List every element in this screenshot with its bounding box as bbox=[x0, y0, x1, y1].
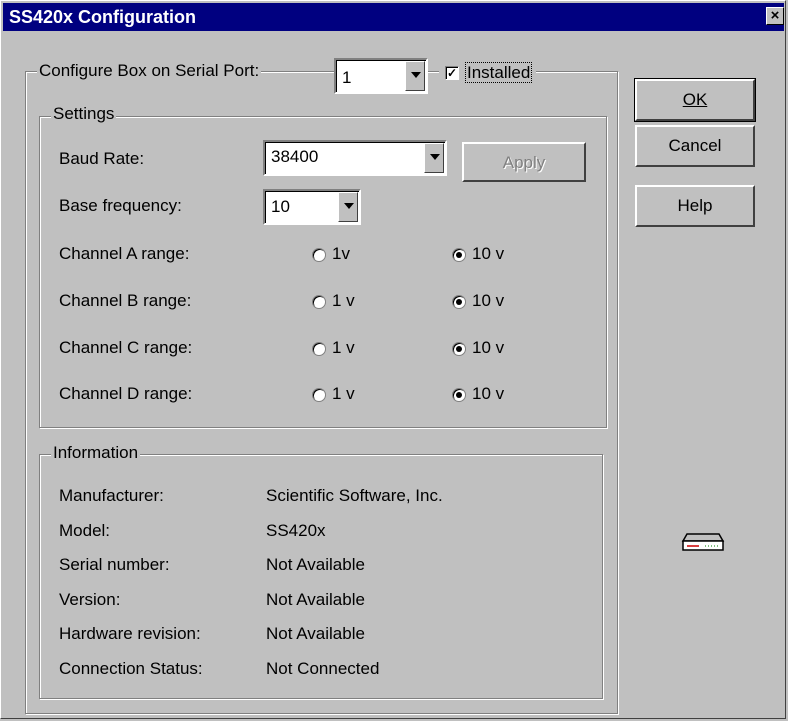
ok-button[interactable]: OK bbox=[634, 78, 756, 122]
apply-button[interactable]: Apply bbox=[462, 142, 586, 182]
channel-b-10v-radio[interactable] bbox=[452, 295, 466, 309]
baud-rate-label: Baud Rate: bbox=[59, 149, 145, 168]
channel-b-10v-label[interactable]: 10 v bbox=[472, 291, 504, 311]
channel-a-1v-label[interactable]: 1v bbox=[332, 244, 350, 264]
ok-label: OK bbox=[682, 90, 708, 109]
title-bar: SS420x Configuration × bbox=[3, 3, 784, 31]
channel-c-label: Channel C range: bbox=[59, 338, 193, 357]
information-title: Information bbox=[51, 443, 141, 463]
chevron-down-icon[interactable] bbox=[424, 143, 444, 173]
channel-b-1v-label[interactable]: 1 v bbox=[332, 291, 355, 311]
baud-rate-value: 38400 bbox=[271, 147, 319, 166]
dialog-window: SS420x Configuration × Configure Box on … bbox=[0, 0, 786, 719]
channel-d-1v-label[interactable]: 1 v bbox=[332, 384, 355, 404]
apply-label: Apply bbox=[502, 153, 546, 172]
channel-a-10v-label[interactable]: 10 v bbox=[472, 244, 504, 264]
info-value: Not Available bbox=[266, 590, 365, 609]
window-title: SS420x Configuration bbox=[9, 7, 197, 27]
close-button[interactable]: × bbox=[766, 7, 784, 25]
info-label: Serial number: bbox=[59, 555, 170, 574]
info-label: Manufacturer: bbox=[59, 486, 164, 505]
device-box-icon bbox=[681, 533, 725, 551]
serial-port-value: 1 bbox=[342, 68, 352, 87]
info-label: Connection Status: bbox=[59, 659, 203, 678]
channel-d-1v-radio[interactable] bbox=[312, 388, 326, 402]
channel-d-10v-radio[interactable] bbox=[452, 388, 466, 402]
cancel-label: Cancel bbox=[668, 136, 722, 155]
help-label: Help bbox=[677, 196, 713, 215]
channel-d-label: Channel D range: bbox=[59, 384, 193, 403]
info-value: SS420x bbox=[266, 521, 326, 540]
installed-label[interactable]: Installed bbox=[465, 62, 533, 83]
info-label: Model: bbox=[59, 521, 111, 540]
base-frequency-select[interactable]: 10 bbox=[263, 189, 361, 225]
close-icon: × bbox=[770, 7, 780, 24]
chevron-down-icon[interactable] bbox=[405, 61, 425, 91]
installed-checkbox[interactable]: ✓ bbox=[445, 66, 459, 80]
baud-rate-select[interactable]: 38400 bbox=[263, 140, 447, 176]
settings-title: Settings bbox=[51, 104, 117, 124]
info-value: Scientific Software, Inc. bbox=[266, 486, 443, 505]
channel-a-1v-radio[interactable] bbox=[312, 248, 326, 262]
channel-b-1v-radio[interactable] bbox=[312, 295, 326, 309]
base-frequency-label: Base frequency: bbox=[59, 196, 182, 215]
info-label: Hardware revision: bbox=[59, 624, 201, 643]
channel-a-10v-radio[interactable] bbox=[452, 248, 466, 262]
channel-a-label: Channel A range: bbox=[59, 244, 190, 263]
channel-c-10v-label[interactable]: 10 v bbox=[472, 338, 504, 358]
info-value: Not Available bbox=[266, 555, 365, 574]
base-frequency-value: 10 bbox=[271, 197, 290, 216]
installed-checkbox-wrap[interactable]: ✓ Installed bbox=[439, 62, 537, 87]
serial-port-label: Configure Box on Serial Port: bbox=[37, 61, 262, 81]
channel-d-10v-label[interactable]: 10 v bbox=[472, 384, 504, 404]
channel-c-1v-label[interactable]: 1 v bbox=[332, 338, 355, 358]
channel-c-1v-radio[interactable] bbox=[312, 342, 326, 356]
chevron-down-icon[interactable] bbox=[338, 192, 358, 222]
check-icon: ✓ bbox=[446, 66, 458, 80]
info-value: Not Available bbox=[266, 624, 365, 643]
help-button[interactable]: Help bbox=[635, 185, 755, 227]
info-value: Not Connected bbox=[266, 659, 380, 678]
info-label: Version: bbox=[59, 590, 121, 609]
channel-c-10v-radio[interactable] bbox=[452, 342, 466, 356]
serial-port-select[interactable]: 1 bbox=[334, 58, 428, 94]
channel-b-label: Channel B range: bbox=[59, 291, 192, 310]
cancel-button[interactable]: Cancel bbox=[635, 125, 755, 167]
